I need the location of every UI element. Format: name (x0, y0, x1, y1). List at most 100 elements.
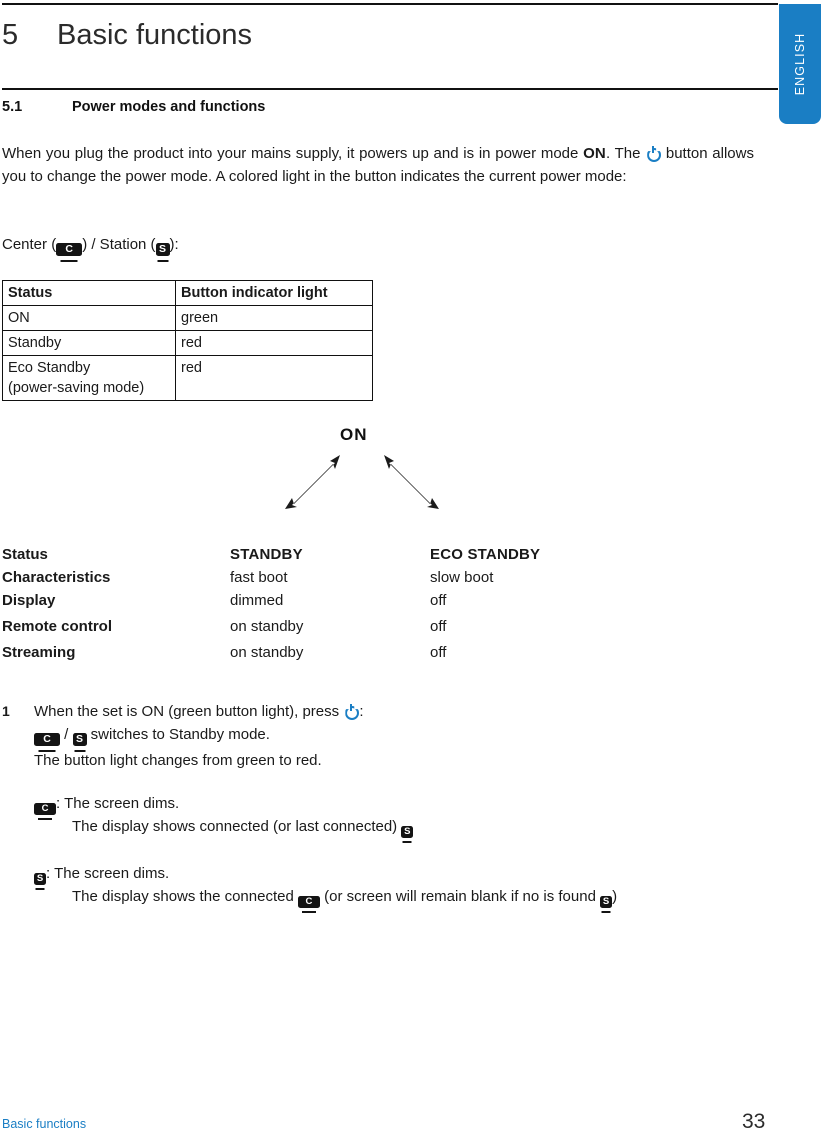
center-icon-letter: C (34, 733, 60, 746)
step-line-2: C / S switches to Standby mode. (34, 723, 772, 752)
center-icon-stand (60, 259, 78, 262)
status-indicator-table: Status Button indicator light ON green S… (2, 280, 373, 401)
station-icon-stand (402, 840, 412, 843)
center-label-suffix: ): (169, 236, 179, 253)
table-header-indicator: Button indicator light (175, 280, 373, 306)
top-rule (2, 3, 778, 5)
center-display-note-text: The display shows connected (or last con… (72, 818, 402, 835)
comparison-label-display: Display (2, 592, 56, 609)
station-icon-letter: S (155, 243, 170, 256)
power-mode-diagram: ON (262, 425, 502, 535)
table-row: Standby red (2, 330, 373, 356)
chapter-number: 5 (2, 19, 19, 51)
station-icon-letter: S (401, 826, 414, 838)
station-display-note: The display shows the connected C (or sc… (72, 885, 618, 913)
comparison-row-remote-control: Remote control on standby off (2, 618, 602, 644)
station-icon-letter: S (600, 896, 613, 908)
station-icon: S (155, 243, 170, 262)
station-display-note-c: ) (612, 888, 618, 905)
comparison-row-characteristics: Characteristics fast boot slow boot (2, 569, 602, 592)
cell-light-green: green (175, 305, 373, 331)
step-block: 1 When the set is ON (green button light… (2, 700, 772, 772)
comparison-standby-characteristics: fast boot (230, 569, 288, 586)
standby-comparison-table: Status STANDBY ECO STANDBY Characteristi… (2, 546, 602, 670)
step-line-1-text: When the set is ON (green button light),… (34, 703, 344, 720)
cell-eco-line1: Eco Standby (8, 360, 91, 376)
station-icon-step: S (72, 733, 87, 752)
section-number: 5.1 (2, 99, 23, 115)
center-label-middle: ) / Station ( (82, 236, 156, 253)
section-title: Power modes and functions (72, 99, 266, 115)
power-icon-step (344, 704, 358, 718)
center-icon-step: C (34, 733, 60, 752)
comparison-label-streaming: Streaming (2, 644, 76, 661)
step-line-3: The button light changes from green to r… (34, 752, 322, 769)
arrow-down-right-icon (384, 455, 439, 509)
comparison-standby-remote-control: on standby (230, 618, 304, 635)
center-mode-note-text: : The screen dims. (56, 795, 180, 812)
step-number: 1 (2, 703, 10, 719)
chapter-title: Basic functions (57, 19, 253, 51)
cell-light-red: red (175, 330, 373, 356)
table-header-row: Status Button indicator light (2, 280, 373, 306)
intro-text-part2: . The (605, 145, 646, 162)
cell-status-on: ON (2, 305, 176, 331)
comparison-standby-header: STANDBY (230, 546, 303, 563)
station-icon-letter: S (72, 733, 87, 746)
center-icon-stand (301, 910, 316, 913)
intro-text-part1: When you plug the product into your main… (2, 145, 584, 162)
cell-status-standby: Standby (2, 330, 176, 356)
comparison-eco-display: off (430, 592, 447, 609)
center-label-prefix: Center ( (2, 236, 57, 253)
step-line-1-suffix: : (359, 703, 364, 720)
step-body: When the set is ON (green button light),… (34, 700, 772, 772)
station-icon-note-2: S (600, 896, 613, 913)
center-display-note: The display shows connected (or last con… (72, 815, 414, 843)
cell-eco-line2: (power-saving mode) (8, 380, 145, 396)
comparison-row-display: Display dimmed off (2, 592, 602, 618)
table-row: Eco Standby (power-saving mode) red (2, 355, 373, 401)
station-icon-stand (74, 749, 86, 752)
language-tab-label: ENGLISH (793, 32, 807, 96)
station-icon-note: S (34, 873, 46, 890)
section-heading: 5.1 Power modes and functions (2, 99, 265, 115)
intro-paragraph: When you plug the product into your main… (2, 143, 754, 188)
center-icon: C (56, 243, 83, 262)
center-icon-letter: C (56, 243, 83, 256)
section-rule (2, 88, 778, 90)
comparison-label-status: Status (2, 546, 48, 563)
footer-chapter-label: Basic functions (2, 1117, 87, 1131)
comparison-label-remote-control: Remote control (2, 618, 113, 635)
step-line-2-separator: / (60, 726, 73, 743)
footer-page-number: 33 (742, 1110, 766, 1133)
station-display-note-b: (or screen will remain blank if no is fo… (319, 888, 601, 905)
step-line-2-text: switches to Standby mode. (86, 726, 270, 743)
chapter-heading: 5 Basic functions (2, 19, 252, 52)
arrow-down-left-icon (285, 455, 340, 509)
comparison-row-streaming: Streaming on standby off (2, 644, 602, 670)
comparison-eco-remote-control: off (430, 618, 447, 635)
diagram-arrows (285, 455, 439, 509)
comparison-standby-display: dimmed (230, 592, 284, 609)
station-icon-stand (601, 910, 611, 913)
station-icon-letter: S (34, 873, 46, 885)
center-station-line: Center (C) / Station (S): (2, 234, 402, 262)
center-icon-stand (38, 817, 52, 820)
on-bold-label: ON (583, 145, 606, 162)
language-tab: ENGLISH (779, 4, 821, 124)
table-header-status: Status (2, 280, 176, 306)
power-icon (646, 146, 660, 160)
center-icon-note: C (297, 896, 320, 913)
comparison-label-characteristics: Characteristics (2, 569, 111, 586)
center-mode-note: C: The screen dims. (34, 792, 180, 820)
comparison-row-status: Status STANDBY ECO STANDBY (2, 546, 602, 569)
comparison-eco-streaming: off (430, 644, 447, 661)
center-icon-letter: C (34, 803, 56, 815)
station-icon-stand (35, 887, 45, 890)
comparison-eco-header: ECO STANDBY (430, 546, 541, 563)
manual-page: ENGLISH 5 Basic functions 5.1 Power modes … (0, 0, 821, 1134)
station-mode-note: S: The screen dims. (34, 862, 169, 890)
center-icon-stand (38, 749, 56, 752)
step-line-1: When the set is ON (green button light),… (34, 700, 772, 723)
table-row: ON green (2, 305, 373, 331)
